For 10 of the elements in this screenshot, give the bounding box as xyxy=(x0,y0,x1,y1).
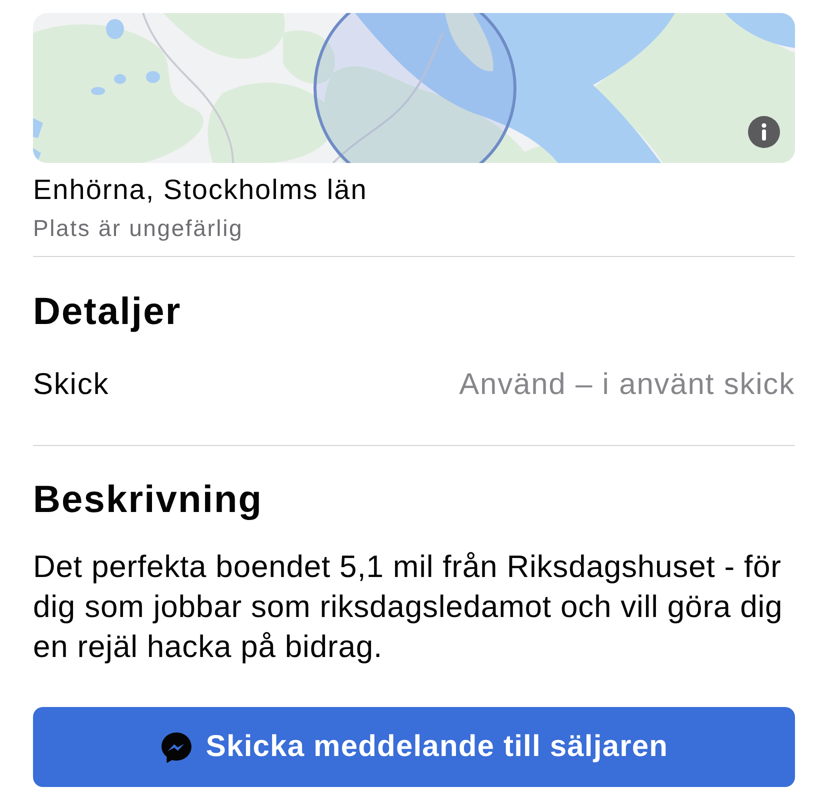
section-heading: Beskrivning xyxy=(33,478,264,522)
section-heading: Detaljer xyxy=(33,290,182,334)
info-icon[interactable] xyxy=(748,116,780,148)
description-text: Det perfekta boendet 5,1 mil från Riksdagshuset - för dig som jobbar som riksdagsledamot och vill göra dig en rejäl hacka på bidrag. xyxy=(33,548,784,666)
chat-bubble-icon xyxy=(160,730,193,764)
detail-value: Använd – i använt skick xyxy=(459,368,795,402)
location-title: Enhörna, Stockholms län xyxy=(33,173,368,207)
detail-label: Skick xyxy=(33,368,110,402)
location-note: Plats är ungefärlig xyxy=(33,214,244,242)
message-seller-button[interactable]: Skicka meddelande till säljaren xyxy=(33,707,795,787)
